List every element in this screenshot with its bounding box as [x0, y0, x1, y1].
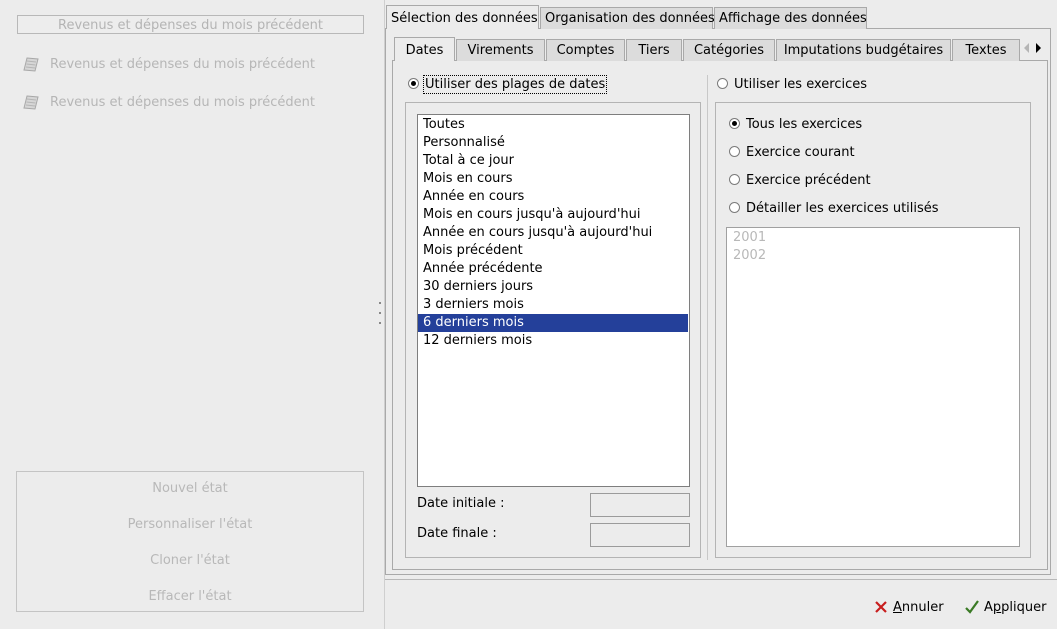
report-list-item[interactable]: Revenus et dépenses du mois précédent: [22, 55, 315, 75]
list-item[interactable]: 30 derniers jours: [418, 278, 688, 296]
tab-categories[interactable]: Catégories: [683, 39, 775, 61]
cancel-label: nnuler: [901, 600, 944, 615]
list-item[interactable]: Année en cours jusqu'à aujourd'hui: [418, 224, 688, 242]
current-exercise-radio[interactable]: Exercice courant: [729, 144, 855, 162]
previous-exercise-radio[interactable]: Exercice précédent: [729, 172, 871, 190]
use-exercises-radio[interactable]: Utiliser les exercices: [717, 76, 867, 94]
scroll-tabs-left-icon[interactable]: [1021, 41, 1031, 55]
dialog-button-bar: [385, 579, 1057, 629]
pane-splitter[interactable]: [376, 0, 385, 629]
tab-data-organisation[interactable]: Organisation des données: [540, 7, 715, 29]
radio-off-icon: [729, 146, 740, 157]
tab-data-display[interactable]: Affichage des données: [714, 7, 867, 29]
radio-off-icon: [717, 78, 728, 89]
tab-budget-lines[interactable]: Imputations budgétaires: [776, 39, 951, 61]
radio-off-icon: [729, 174, 740, 185]
new-report-button[interactable]: Nouvel état: [17, 481, 363, 496]
tab-payees[interactable]: Tiers: [626, 39, 682, 61]
radio-on-icon: [729, 118, 740, 129]
cancel-button[interactable]: Annuler: [874, 598, 944, 618]
end-date-label: Date finale :: [417, 526, 497, 541]
report-list-item[interactable]: Revenus et dépenses du mois précédent: [22, 93, 315, 113]
report-label: Revenus et dépenses du mois précédent: [50, 57, 315, 72]
list-item[interactable]: Mois précédent: [418, 242, 688, 260]
apply-label: Appliquer: [984, 600, 1047, 615]
end-date-field[interactable]: [590, 523, 690, 547]
delete-report-button[interactable]: Effacer l'état: [17, 589, 363, 604]
list-item[interactable]: Année en cours: [418, 188, 688, 206]
document-icon: [22, 56, 40, 73]
exercise-year-list[interactable]: 2001 2002: [726, 227, 1020, 547]
scroll-tabs-right-icon[interactable]: [1034, 41, 1044, 55]
start-date-field[interactable]: [590, 493, 690, 517]
list-item[interactable]: 2002: [733, 247, 766, 265]
clone-report-button[interactable]: Cloner l'état: [17, 553, 363, 568]
tab-transfers[interactable]: Virements: [456, 39, 545, 61]
detail-exercises-radio[interactable]: Détailler les exercices utilisés: [729, 200, 939, 218]
radio-on-icon: [408, 78, 419, 89]
tab-data-selection[interactable]: Sélection des données: [386, 5, 539, 29]
apply-button[interactable]: Appliquer: [965, 598, 1046, 618]
document-icon: [22, 94, 40, 111]
all-exercises-radio[interactable]: Tous les exercices: [729, 116, 862, 134]
report-actions-box: Nouvel état Personnaliser l'état Cloner …: [16, 471, 364, 612]
list-item[interactable]: 2001: [733, 229, 766, 247]
tab-texts[interactable]: Textes: [952, 39, 1020, 61]
list-item[interactable]: Total à ce jour: [418, 152, 688, 170]
tab-dates[interactable]: Dates: [394, 37, 455, 61]
report-name-field[interactable]: Revenus et dépenses du mois précédent: [17, 15, 364, 34]
list-item[interactable]: 12 derniers mois: [418, 332, 688, 350]
list-item[interactable]: Mois en cours jusqu'à aujourd'hui: [418, 206, 688, 224]
radio-off-icon: [729, 202, 740, 213]
list-item[interactable]: Toutes: [418, 116, 688, 134]
report-label: Revenus et dépenses du mois précédent: [50, 95, 315, 110]
date-range-list[interactable]: Toutes Personnalisé Total à ce jour Mois…: [417, 114, 690, 487]
list-item[interactable]: 3 derniers mois: [418, 296, 688, 314]
list-item[interactable]: Personnalisé: [418, 134, 688, 152]
section-divider: [707, 75, 708, 560]
cancel-underline-initial: A: [893, 600, 902, 615]
customize-report-button[interactable]: Personnaliser l'état: [17, 517, 363, 532]
cancel-x-icon: [874, 600, 888, 614]
use-date-ranges-radio[interactable]: Utiliser des plages de dates: [408, 75, 608, 94]
list-item-selected[interactable]: 6 derniers mois: [418, 314, 688, 332]
list-item[interactable]: Mois en cours: [418, 170, 688, 188]
list-item[interactable]: Année précédente: [418, 260, 688, 278]
start-date-label: Date initiale :: [417, 496, 505, 511]
tab-accounts[interactable]: Comptes: [546, 39, 625, 61]
checkmark-icon: [965, 599, 979, 614]
